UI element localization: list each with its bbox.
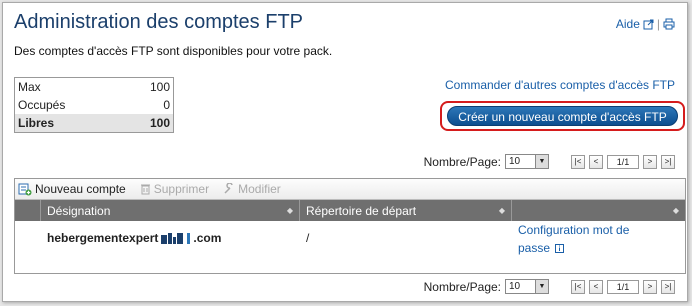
page-size-value: 10: [509, 156, 521, 167]
designation-cell: hebergementexpert .com: [41, 221, 300, 273]
page-title: Administration des comptes FTP: [14, 11, 303, 33]
first-page-button[interactable]: |<: [571, 279, 585, 294]
sort-icon: ◆: [286, 206, 293, 215]
password-config-link[interactable]: Configuration mot de passe: [518, 221, 648, 257]
page-size-value: 10: [509, 281, 521, 292]
new-account-label: Nouveau compte: [35, 182, 126, 196]
last-page-button[interactable]: >|: [661, 154, 675, 169]
redacted-logo-icon: [161, 232, 191, 244]
sort-icon: ◆: [498, 206, 505, 215]
external-link-icon[interactable]: [643, 19, 654, 30]
page-indicator: 1/1: [607, 154, 639, 169]
quota-row-free: Libres 100: [14, 114, 174, 133]
column-start-directory[interactable]: Répertoire de départ ◆: [300, 200, 512, 221]
quota-value: 100: [149, 80, 170, 94]
trash-icon: [140, 184, 150, 195]
directory-value: /: [306, 231, 310, 245]
chevron-down-icon: ▼: [535, 280, 548, 293]
page-size-label: Nombre/Page:: [423, 279, 501, 294]
quota-value: 100: [121, 114, 174, 133]
password-config-label: Configuration mot de passe: [518, 223, 630, 255]
column-actions[interactable]: ◆: [512, 200, 685, 221]
help-area: Aide |: [616, 17, 675, 31]
domain-suffix: .com: [193, 231, 222, 245]
print-icon[interactable]: [663, 18, 675, 30]
quota-label: Max: [18, 80, 41, 94]
prev-page-button[interactable]: <: [589, 154, 603, 169]
new-account-button[interactable]: Nouveau compte: [18, 182, 126, 196]
quota-label: Occupés: [18, 98, 66, 112]
select-column-header: [15, 200, 41, 221]
edit-label: Modifier: [238, 182, 281, 196]
page-size-select[interactable]: 10 ▼: [505, 154, 549, 169]
separator: |: [656, 17, 660, 31]
order-more-accounts-link[interactable]: Commander d'autres comptes d'accès FTP: [445, 78, 675, 92]
row-select-cell: [15, 221, 41, 273]
edit-button[interactable]: Modifier: [223, 182, 281, 196]
quota-row-used: Occupés 0: [15, 96, 174, 114]
create-account-button[interactable]: Créer un nouveau compte d'accès FTP: [447, 106, 678, 126]
description-text: Des comptes d'accès FTP sont disponibles…: [14, 44, 333, 58]
chevron-down-icon: ▼: [535, 155, 548, 168]
wrench-icon: [224, 183, 233, 194]
prev-page-button[interactable]: <: [589, 279, 603, 294]
quota-value: 0: [163, 98, 170, 112]
page-size-label: Nombre/Page:: [423, 154, 501, 169]
pager-bottom: Nombre/Page: 10 ▼ |< < 1/1 > >|: [424, 279, 675, 294]
page-indicator: 1/1: [607, 279, 639, 294]
directory-cell: /: [300, 221, 512, 273]
pager-top: Nombre/Page: 10 ▼ |< < 1/1 > >|: [424, 154, 675, 169]
help-link[interactable]: Aide: [616, 17, 640, 31]
column-label: Répertoire de départ: [306, 203, 417, 218]
grid-header: Désignation ◆ Répertoire de départ ◆ ◆: [15, 200, 685, 221]
info-icon: [555, 244, 565, 253]
next-page-button[interactable]: >: [643, 154, 657, 169]
quota-row-max: Max 100: [15, 78, 174, 97]
ftp-accounts-grid: Nouveau compte Supprimer Modifier Désign…: [14, 178, 686, 274]
quota-table: Max 100 Occupés 0 Libres 100: [14, 77, 174, 133]
delete-label: Supprimer: [153, 182, 210, 196]
last-page-button[interactable]: >|: [661, 279, 675, 294]
page-size-select[interactable]: 10 ▼: [505, 279, 549, 294]
column-designation[interactable]: Désignation ◆: [41, 200, 300, 221]
domain-prefix: hebergementexpert: [47, 231, 159, 245]
actions-cell: Configuration mot de passe: [512, 221, 685, 273]
delete-button[interactable]: Supprimer: [140, 182, 209, 196]
add-account-icon: [18, 183, 32, 196]
domain-name: hebergementexpert .com: [47, 231, 294, 245]
quota-label: Libres: [14, 114, 122, 133]
grid-toolbar: Nouveau compte Supprimer Modifier: [15, 179, 685, 200]
column-label: Désignation: [47, 203, 111, 218]
first-page-button[interactable]: |<: [571, 154, 585, 169]
table-row: hebergementexpert .com / Configuration m…: [15, 221, 685, 273]
sort-icon: ◆: [672, 206, 679, 215]
ftp-admin-panel: Administration des comptes FTP Aide | De…: [2, 2, 688, 302]
next-page-button[interactable]: >: [643, 279, 657, 294]
